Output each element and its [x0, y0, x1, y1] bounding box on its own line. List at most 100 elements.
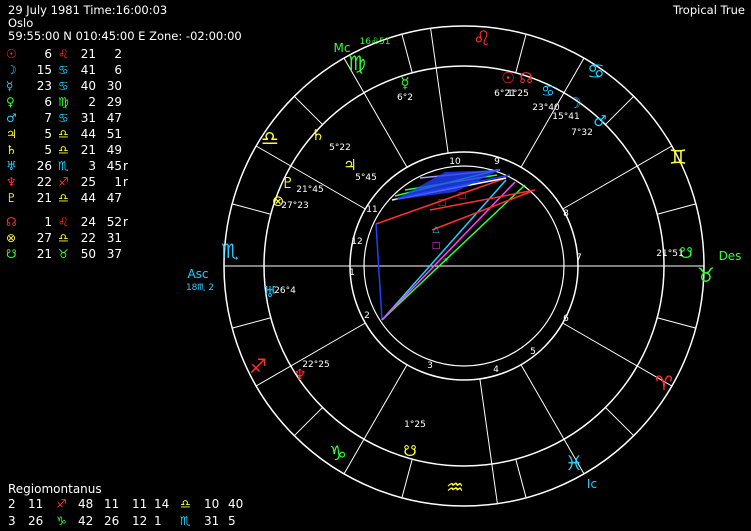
astrology-window: 29 July 1981 Time:16:00:03 Oslo 59:55:00… — [0, 0, 751, 531]
asc-degree-label: 18♏ 2 — [186, 283, 214, 293]
aspect-line — [431, 191, 531, 231]
pluto-chart-icon: ♇ — [281, 174, 294, 192]
planet-chart-degree-label: 21°45 — [296, 185, 323, 195]
house-number-label: 5 — [530, 347, 536, 357]
house-minute: 42 — [78, 514, 94, 528]
house-value: 14 — [154, 497, 170, 511]
house-cusp-line — [479, 378, 498, 504]
mc-label: Mc — [334, 41, 351, 55]
sign-division-line — [401, 34, 413, 73]
sextile-aspect-icon: ⚹ — [443, 255, 449, 265]
house-number-label: 9 — [494, 157, 500, 167]
sign-division-line — [232, 317, 271, 329]
mercury-chart-icon: ♋ — [541, 82, 554, 100]
asc-label: Asc — [187, 267, 208, 281]
house-number: 26 — [104, 514, 120, 528]
sun-chart-icon: ☉ — [501, 69, 514, 87]
house-number-label: 2 — [364, 311, 370, 321]
planet-chart-degree-label: 1°25 — [507, 89, 529, 99]
zodiac-ring-sign-icon: ♌ — [473, 26, 491, 50]
zodiac-sign-icon: ♏ — [180, 514, 191, 528]
house-number: 11 — [104, 497, 120, 511]
house-minute: 48 — [78, 497, 94, 511]
house-degree: 11 — [28, 497, 44, 511]
zodiac-ring-sign-icon: ♊ — [669, 145, 687, 169]
aspect-line — [381, 181, 516, 321]
aspect-line — [375, 223, 383, 321]
zodiac-ring-sign-icon: ♍ — [348, 51, 366, 75]
house-cusp-line — [343, 364, 408, 475]
planet-chart-degree-label: 5°45 — [355, 173, 377, 183]
trine-aspect-icon: △ — [433, 225, 440, 235]
square-aspect-icon: □ — [438, 198, 447, 208]
house-number-label: 3 — [427, 361, 433, 371]
house-degree: 10 — [204, 497, 220, 511]
house-number-label: 4 — [493, 365, 499, 375]
planet-chart-degree-label: 1°25 — [404, 420, 426, 430]
house-cusp-line — [255, 322, 366, 387]
ic-label: Ic — [587, 477, 597, 491]
house-degree: 12 — [132, 514, 148, 528]
house-number-label: 1 — [349, 268, 355, 278]
sign-division-line — [293, 95, 323, 125]
house-minute: 5 — [228, 514, 236, 528]
sign-division-line — [293, 407, 323, 437]
zodiac-ring-sign-icon: ♎ — [261, 126, 279, 150]
house-degree: 26 — [28, 514, 44, 528]
planet-chart-degree-label: 5°22 — [329, 143, 351, 153]
node-chart-icon: ☊ — [519, 69, 532, 87]
house-cusp-line — [430, 28, 449, 154]
zodiac-ring-sign-icon: ♋ — [587, 59, 605, 83]
planet-chart-degree-label: 21°51 — [656, 249, 683, 259]
sign-division-line — [515, 34, 527, 73]
zodiac-sign-icon: ♎ — [180, 497, 191, 511]
square-aspect-icon: □ — [458, 191, 467, 201]
moon-chart-icon: ☽ — [568, 94, 581, 112]
planet-chart-degree-label: 22°25 — [302, 360, 329, 370]
planet-chart-degree-label: 15°41 — [552, 112, 579, 122]
saturn-chart-icon: ♄ — [311, 126, 324, 144]
sign-division-line — [401, 459, 413, 498]
zodiac-sign-icon: ♑ — [56, 514, 67, 528]
house-number-label: 11 — [366, 205, 377, 215]
jupiter-chart-icon: ♃ — [343, 156, 356, 174]
sign-division-line — [232, 203, 271, 215]
house-number-label: 8 — [563, 209, 569, 219]
zodiac-sign-icon: ♐ — [56, 497, 67, 511]
southnode-house-icon: ☋ — [403, 442, 416, 460]
planet-chart-degree-label: 7°32 — [571, 128, 593, 138]
zodiac-ring-sign-icon: ♒ — [446, 475, 464, 499]
zodiac-ring-sign-icon: ♉ — [697, 263, 715, 287]
sign-division-line — [605, 407, 635, 437]
house-number-label: 7 — [576, 253, 582, 263]
house-number-label: 10 — [449, 157, 461, 167]
house-cusp-line — [562, 145, 673, 210]
house-degree: 11 — [132, 497, 148, 511]
venus-chart-icon: ☿ — [400, 74, 409, 92]
zodiac-ring-sign-icon: ♓ — [565, 451, 583, 475]
sign-division-line — [657, 203, 696, 215]
sign-division-line — [605, 95, 635, 125]
house-number-label: 6 — [563, 314, 569, 324]
house-minute: 40 — [228, 497, 244, 511]
natal-chart-wheel[interactable]: 123 456789101112♌♋♊♉♈♓♒♑♐♏♎♍Mc 16♌51Asc18♏… — [0, 0, 751, 531]
mc-degree-label: 16♌51 — [360, 37, 391, 47]
zodiac-ring-sign-icon: ♑ — [329, 441, 347, 465]
zodiac-ring-sign-icon: ♈ — [655, 371, 673, 395]
mars-chart-icon: ♂ — [593, 112, 606, 130]
des-label: Des — [719, 249, 742, 263]
planet-chart-degree-label: 6°2 — [397, 93, 413, 103]
house-degree: 31 — [204, 514, 220, 528]
house-number-label: 12 — [351, 237, 362, 247]
zodiac-ring-sign-icon: ♏ — [221, 239, 239, 263]
house-number: 2 — [8, 497, 16, 511]
sign-division-line — [657, 317, 696, 329]
planet-chart-degree-label: 26°4 — [274, 286, 296, 296]
planet-chart-degree-label: 27°23 — [281, 201, 308, 211]
house-number: 3 — [8, 514, 16, 528]
house-value: 1 — [154, 514, 162, 528]
zodiac-ring-sign-icon: ♐ — [249, 354, 267, 378]
sign-division-line — [515, 459, 527, 498]
square-aspect-icon: □ — [432, 241, 441, 251]
house-system-label: Regiomontanus — [8, 482, 102, 496]
